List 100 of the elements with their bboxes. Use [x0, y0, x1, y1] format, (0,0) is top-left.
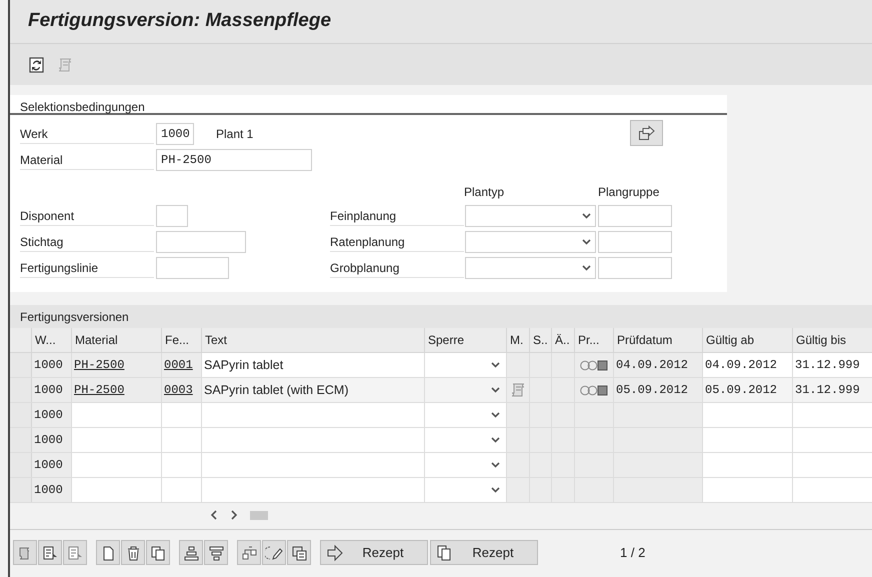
column-header[interactable]: M.: [507, 328, 530, 352]
input-field[interactable]: 1000: [156, 123, 194, 145]
table-cell[interactable]: [202, 453, 425, 477]
row-selector[interactable]: [10, 453, 32, 477]
dropdown-field[interactable]: [425, 353, 507, 377]
table-cell[interactable]: [202, 428, 425, 452]
toolbar-button[interactable]: [96, 540, 120, 565]
toolbar-button[interactable]: [121, 540, 145, 565]
navigate-button[interactable]: [630, 120, 663, 146]
toolbar-button[interactable]: [146, 540, 170, 565]
input-field[interactable]: [598, 205, 672, 227]
table-cell: 05.09.2012: [614, 378, 703, 402]
column-header: Plangruppe: [598, 184, 660, 201]
recipe-button[interactable]: Rezept: [430, 540, 538, 565]
refresh-icon[interactable]: [28, 56, 46, 74]
list-cursor-icon: [66, 544, 84, 562]
input-field[interactable]: [156, 257, 229, 279]
table-cell: 1000: [32, 428, 72, 452]
column-header[interactable]: Material: [72, 328, 162, 352]
row-selector[interactable]: [10, 403, 32, 427]
input-field[interactable]: [598, 231, 672, 253]
input-field[interactable]: [156, 205, 188, 227]
toolbar-button[interactable]: [237, 540, 261, 565]
column-header[interactable]: W...: [32, 328, 72, 352]
dropdown-field[interactable]: [465, 257, 596, 279]
table-cell[interactable]: 0003: [162, 378, 202, 402]
field-label: Grobplanung: [330, 258, 464, 278]
table-cell[interactable]: 31.12.999: [793, 353, 872, 377]
toolbar-button[interactable]: [262, 540, 286, 565]
table-cell[interactable]: [162, 478, 202, 502]
link[interactable]: 0001: [164, 356, 193, 374]
table-cell[interactable]: 04.09.2012: [703, 353, 793, 377]
table-cell[interactable]: [703, 478, 793, 502]
table-cell[interactable]: [72, 478, 162, 502]
table-cell[interactable]: [72, 453, 162, 477]
table-cell[interactable]: [162, 453, 202, 477]
table-cell[interactable]: 05.09.2012: [703, 378, 793, 402]
pencil-icon: [265, 544, 283, 562]
table-cell[interactable]: [793, 453, 872, 477]
column-header[interactable]: Sperre: [425, 328, 507, 352]
table-cell[interactable]: [703, 403, 793, 427]
row-selector[interactable]: [10, 478, 32, 502]
field-label: Disponent: [20, 206, 154, 226]
table-cell[interactable]: PH-2500: [72, 378, 162, 402]
link[interactable]: PH-2500: [74, 381, 124, 399]
column-header[interactable]: Text: [202, 328, 425, 352]
toolbar-button[interactable]: [179, 540, 203, 565]
column-header[interactable]: Fe...: [162, 328, 202, 352]
table-cell[interactable]: [202, 403, 425, 427]
table-cell[interactable]: [703, 428, 793, 452]
recipe-button[interactable]: Rezept: [320, 540, 428, 565]
table-cell[interactable]: [703, 453, 793, 477]
scroll-left-icon[interactable]: [210, 510, 218, 520]
table-cell[interactable]: 0001: [162, 353, 202, 377]
table-cell[interactable]: [793, 403, 872, 427]
column-header[interactable]: Gültig ab: [703, 328, 793, 352]
chevron-down-icon: [491, 487, 500, 493]
input-field[interactable]: [598, 257, 672, 279]
input-field[interactable]: [156, 231, 246, 253]
field-label: Ratenplanung: [330, 232, 464, 252]
column-header[interactable]: Prüfdatum: [614, 328, 703, 352]
table-cell[interactable]: [793, 428, 872, 452]
table-cell[interactable]: [162, 403, 202, 427]
table-cell[interactable]: [72, 403, 162, 427]
chevron-down-icon: [491, 387, 500, 393]
table-cell[interactable]: [162, 428, 202, 452]
column-header[interactable]: Pr...: [575, 328, 614, 352]
table-cell[interactable]: [202, 478, 425, 502]
table-cell: 1000: [32, 453, 72, 477]
documents-icon: [290, 544, 308, 562]
chevron-down-icon: [582, 265, 591, 271]
scroll-right-icon[interactable]: [230, 510, 238, 520]
dropdown-field[interactable]: [425, 403, 507, 427]
table-cell[interactable]: SAPyrin tablet: [202, 353, 425, 377]
row-selector[interactable]: [10, 428, 32, 452]
row-selector[interactable]: [10, 353, 32, 377]
column-header[interactable]: Ä..: [552, 328, 575, 352]
column-header[interactable]: S..: [530, 328, 552, 352]
table-cell[interactable]: [793, 478, 872, 502]
toolbar-button[interactable]: [287, 540, 311, 565]
link[interactable]: 0003: [164, 381, 193, 399]
dropdown-field[interactable]: [465, 205, 596, 227]
link[interactable]: PH-2500: [74, 356, 124, 374]
column-header[interactable]: Gültig bis: [793, 328, 872, 352]
dropdown-field[interactable]: [465, 231, 596, 253]
toolbar-button[interactable]: [204, 540, 228, 565]
window-title: Fertigungsversion: Massenpflege: [28, 9, 332, 34]
table-cell: 1000: [32, 353, 72, 377]
input-field[interactable]: PH-2500: [156, 149, 312, 171]
table-cell[interactable]: SAPyrin tablet (with ECM): [202, 378, 425, 402]
dropdown-field[interactable]: [425, 428, 507, 452]
dropdown-field[interactable]: [425, 453, 507, 477]
table-title: Fertigungsversionen: [20, 308, 129, 326]
toolbar-button[interactable]: [38, 540, 62, 565]
table-cell[interactable]: PH-2500: [72, 353, 162, 377]
scroll-icon[interactable]: [56, 56, 74, 74]
row-selector[interactable]: [10, 378, 32, 402]
dropdown-field[interactable]: [425, 478, 507, 502]
scrollbar-thumb[interactable]: [250, 510, 268, 520]
table-cell[interactable]: [72, 428, 162, 452]
